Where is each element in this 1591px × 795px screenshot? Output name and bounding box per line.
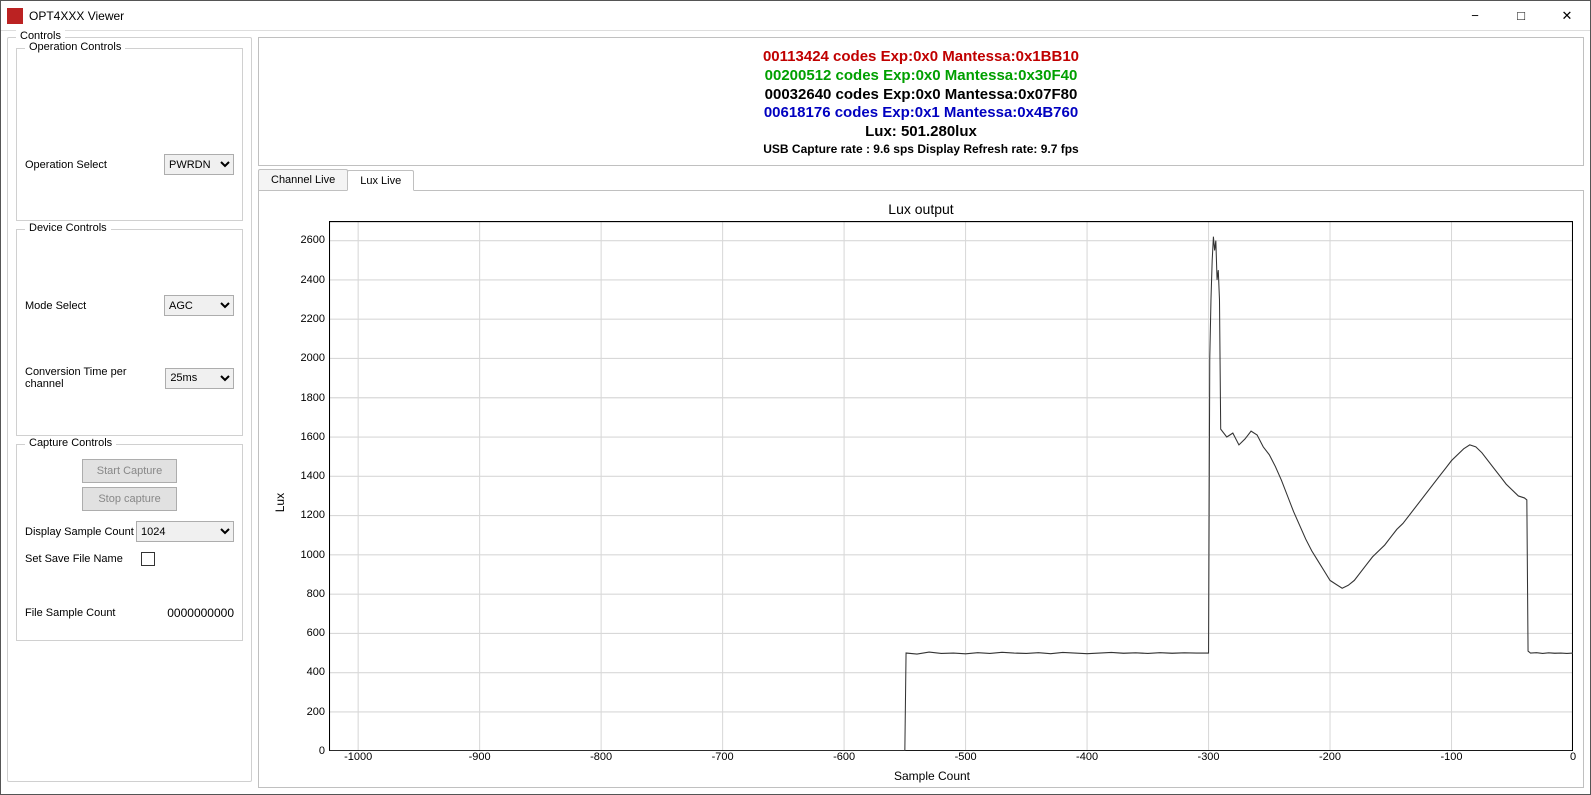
display-sample-count-label: Display Sample Count bbox=[25, 526, 134, 538]
display-sample-count-combo[interactable]: 1024 bbox=[136, 521, 234, 542]
title-bar: OPT4XXX Viewer − □ ✕ bbox=[1, 1, 1590, 31]
status-line-1: 00113424 codes Exp:0x0 Mantessa:0x1BB10 bbox=[763, 48, 1079, 67]
chart-ylabel: Lux bbox=[269, 221, 291, 783]
stop-capture-button[interactable]: Stop capture bbox=[82, 487, 177, 511]
maximize-button[interactable]: □ bbox=[1498, 1, 1544, 31]
capture-legend: Capture Controls bbox=[25, 437, 116, 449]
operation-legend: Operation Controls bbox=[25, 41, 125, 53]
conversion-time-label: Conversion Time per channel bbox=[25, 366, 165, 390]
chart-plot bbox=[329, 221, 1573, 751]
set-save-file-label: Set Save File Name bbox=[25, 553, 123, 565]
start-capture-button[interactable]: Start Capture bbox=[82, 459, 177, 483]
close-button[interactable]: ✕ bbox=[1544, 1, 1590, 31]
operation-select-label: Operation Select bbox=[25, 159, 107, 171]
chart-title: Lux output bbox=[269, 201, 1573, 217]
status-rates: USB Capture rate : 9.6 sps Display Refre… bbox=[763, 142, 1078, 157]
window-title: OPT4XXX Viewer bbox=[29, 9, 124, 23]
capture-controls-group: Capture Controls Start Capture Stop capt… bbox=[16, 444, 243, 641]
chart-xlabel: Sample Count bbox=[291, 769, 1573, 783]
status-line-2: 00200512 codes Exp:0x0 Mantessa:0x30F40 bbox=[765, 67, 1078, 86]
status-line-4: 00618176 codes Exp:0x1 Mantessa:0x4B760 bbox=[764, 104, 1078, 123]
app-icon bbox=[7, 8, 23, 24]
operation-select-combo[interactable]: PWRDN bbox=[164, 154, 234, 175]
chart-panel: Lux output Lux 2600240022002000180016001… bbox=[258, 190, 1584, 788]
device-legend: Device Controls bbox=[25, 222, 111, 234]
minimize-button[interactable]: − bbox=[1452, 1, 1498, 31]
controls-panel: Controls Operation Controls Operation Se… bbox=[7, 37, 252, 782]
status-lux: Lux: 501.280lux bbox=[865, 123, 977, 142]
mode-select-combo[interactable]: AGC bbox=[164, 295, 234, 316]
tab-channel-live[interactable]: Channel Live bbox=[258, 169, 348, 190]
chart-yticks: 2600240022002000180016001400120010008006… bbox=[291, 221, 329, 751]
tab-bar: Channel Live Lux Live bbox=[258, 169, 1584, 191]
mode-select-label: Mode Select bbox=[25, 300, 86, 312]
chart-xticks: -1000-900-800-700-600-500-400-300-200-10… bbox=[329, 751, 1573, 767]
set-save-file-checkbox[interactable] bbox=[141, 552, 155, 566]
tab-lux-live[interactable]: Lux Live bbox=[347, 170, 414, 191]
file-sample-count-label: File Sample Count bbox=[25, 607, 116, 619]
conversion-time-combo[interactable]: 25ms bbox=[165, 368, 234, 389]
device-controls-group: Device Controls Mode Select AGC Conversi… bbox=[16, 229, 243, 436]
status-readout: 00113424 codes Exp:0x0 Mantessa:0x1BB10 … bbox=[258, 37, 1584, 166]
operation-controls-group: Operation Controls Operation Select PWRD… bbox=[16, 48, 243, 221]
file-sample-count-value: 0000000000 bbox=[167, 606, 234, 620]
status-line-3: 00032640 codes Exp:0x0 Mantessa:0x07F80 bbox=[765, 86, 1078, 105]
